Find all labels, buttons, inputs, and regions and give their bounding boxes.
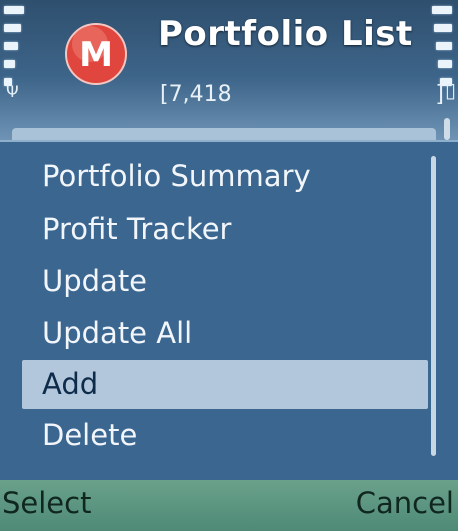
menu-item-update[interactable]: Update — [22, 257, 428, 306]
select-softkey[interactable]: Select — [2, 486, 91, 520]
softkey-bar: Select Cancel — [0, 480, 458, 531]
header-scroll-indicator — [444, 118, 450, 140]
app-logo-icon: M — [65, 23, 127, 85]
portfolio-value: [7,418 — [160, 82, 232, 107]
portfolio-value-end: ] — [435, 82, 444, 107]
menu-item-delete[interactable]: Delete — [22, 411, 428, 460]
menu-scrollbar[interactable] — [431, 156, 436, 456]
screen-title: Portfolio List — [158, 14, 413, 54]
cancel-softkey[interactable]: Cancel — [356, 486, 454, 520]
signal-strength-indicator — [4, 6, 26, 86]
menu-item-portfolio-summary[interactable]: Portfolio Summary — [22, 152, 428, 201]
antenna-icon: Ψ — [6, 82, 19, 101]
menu-item-update-all[interactable]: Update All — [22, 309, 428, 358]
list-header-strip — [12, 128, 436, 140]
menu-item-profit-tracker[interactable]: Profit Tracker — [22, 205, 428, 254]
status-header: Ψ ▯ M Portfolio List [7,418 ] — [0, 0, 458, 140]
options-menu: Portfolio Summary Profit Tracker Update … — [0, 140, 458, 482]
menu-item-add[interactable]: Add — [22, 360, 428, 409]
app-logo-letter: M — [79, 35, 113, 75]
phone-screen: Ψ ▯ M Portfolio List [7,418 ] Portfolio … — [0, 0, 458, 531]
battery-level-indicator — [430, 6, 452, 86]
battery-icon: ▯ — [444, 78, 456, 102]
